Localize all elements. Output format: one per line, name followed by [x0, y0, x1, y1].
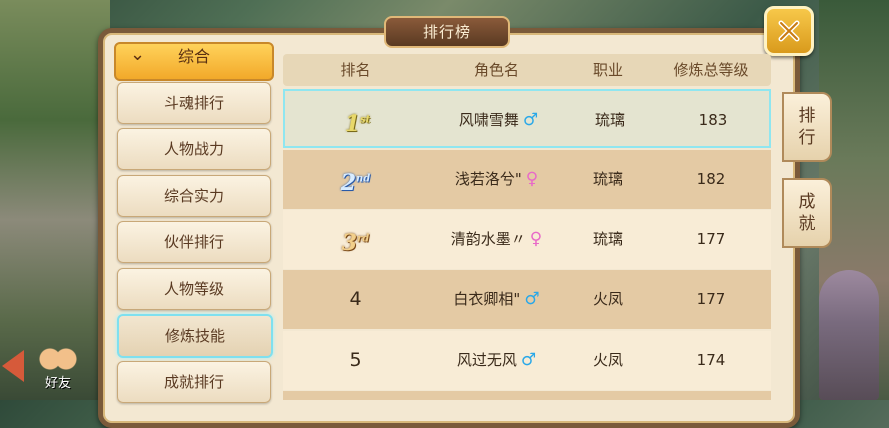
- header-rank: 排名: [340, 61, 371, 79]
- menu-item-cultivation-skill[interactable]: 修炼技能: [117, 314, 273, 358]
- header-level: 修炼总等级: [673, 61, 749, 79]
- table-row[interactable]: 1st 风啸雪舞 ♂ 琉璃 183: [283, 89, 771, 148]
- friends-icon: [38, 344, 78, 374]
- female-icon: ♀: [525, 169, 539, 189]
- table-row[interactable]: 5 风过无风 ♂ 火凤 174: [283, 331, 771, 390]
- player-job: 琉璃: [592, 230, 623, 248]
- player-name: 风过无风: [456, 351, 517, 369]
- male-icon: ♂: [522, 110, 539, 130]
- player-job: 琉璃: [594, 111, 625, 129]
- player-job: 火凤: [592, 351, 623, 369]
- background-tower: [819, 270, 879, 400]
- player-job: 火凤: [592, 290, 623, 308]
- table-row[interactable]: 2nd 浅若洛兮" ♀ 琉璃 182: [283, 150, 771, 209]
- rank-badge-gold: 1st: [344, 111, 371, 138]
- male-icon: ♂: [524, 289, 540, 309]
- menu-category-label: 综合: [178, 47, 211, 66]
- player-name: 浅若洛兮": [454, 170, 522, 188]
- tab-achievement-label-2: 就: [798, 214, 816, 234]
- menu-item-partner-ranking[interactable]: 伙伴排行: [117, 221, 271, 263]
- menu-category-header[interactable]: ⌄ 综合: [114, 42, 274, 81]
- rank-badge-silver: 2nd: [340, 170, 371, 197]
- arrow-left-icon[interactable]: [2, 350, 24, 382]
- menu-item-character-power[interactable]: 人物战力: [117, 128, 271, 170]
- player-level: 177: [696, 290, 726, 308]
- chevron-down-icon: ⌄: [130, 44, 146, 65]
- friends-button[interactable]: 好友: [34, 342, 82, 400]
- tab-ranking-label-2: 行: [798, 128, 816, 148]
- rank-number: 5: [349, 349, 362, 371]
- player-job: 琉璃: [592, 170, 623, 188]
- tab-achievement[interactable]: 成 就: [782, 178, 832, 248]
- female-icon: ♀: [529, 229, 543, 249]
- player-level: 174: [696, 351, 726, 369]
- rank-badge-bronze: 3rd: [341, 230, 370, 257]
- table-row[interactable]: 3rd 清韵水墨〃 ♀ 琉璃 177: [283, 210, 771, 269]
- table-row[interactable]: 4 白衣卿相" ♂ 火凤 177: [283, 270, 771, 329]
- player-name: 清韵水墨〃: [450, 230, 526, 248]
- background-scenery-left: [0, 0, 110, 400]
- tab-ranking-label-1: 排: [798, 106, 816, 126]
- table-row-partial: [283, 391, 771, 400]
- player-name: 风啸雪舞: [458, 111, 519, 129]
- player-level: 182: [696, 170, 726, 188]
- header-job: 职业: [592, 61, 623, 79]
- friends-label: 好友: [44, 376, 71, 391]
- close-button[interactable]: [764, 6, 814, 56]
- window-title: 排行榜: [384, 16, 510, 48]
- menu-item-overall-strength[interactable]: 综合实力: [117, 175, 271, 217]
- tab-achievement-label-1: 成: [798, 192, 816, 212]
- player-name: 白衣卿相": [453, 290, 521, 308]
- close-x-icon: [778, 20, 800, 42]
- male-icon: ♂: [520, 350, 537, 370]
- menu-item-achievement-ranking[interactable]: 成就排行: [117, 361, 271, 403]
- menu-item-soul-ranking[interactable]: 斗魂排行: [117, 82, 271, 124]
- player-level: 183: [698, 111, 728, 129]
- tab-ranking[interactable]: 排 行: [782, 92, 832, 162]
- player-level: 177: [696, 230, 726, 248]
- table-header: 排名 角色名 职业 修炼总等级: [283, 54, 771, 86]
- rank-number: 4: [349, 288, 362, 310]
- header-name: 角色名: [473, 61, 519, 79]
- menu-item-character-level[interactable]: 人物等级: [117, 268, 271, 310]
